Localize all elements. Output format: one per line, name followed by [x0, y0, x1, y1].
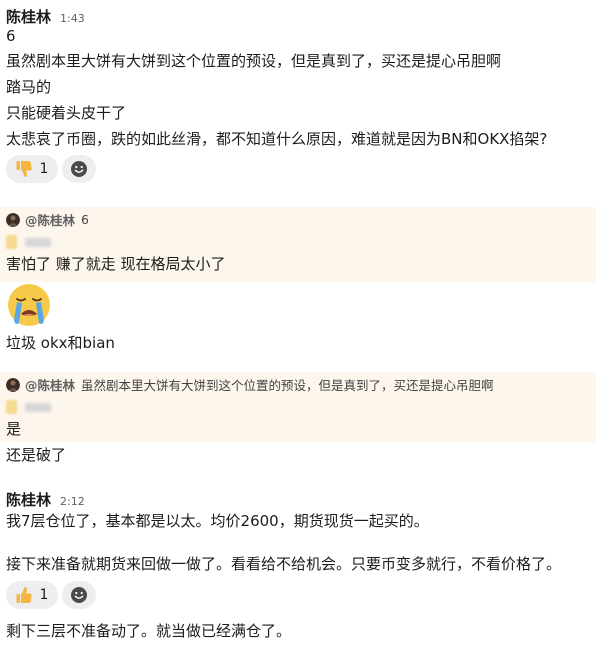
add-reaction-button[interactable]: [62, 581, 96, 609]
chat-message-list: 陈桂林 1:43 6 虽然剧本里大饼有大饼到这个位置的预设，但是真到了，买还是提…: [0, 0, 596, 651]
message-line: 害怕了 赚了就走 现在格局太小了: [6, 255, 226, 273]
add-reaction-button[interactable]: [62, 155, 96, 183]
reply-quote[interactable]: @陈桂林 虽然剧本里大饼有大饼到这个位置的预设，但是真到了，买还是提心吊胆啊: [6, 375, 494, 394]
message-line: 我7层仓位了，基本都是以太。均价2600，期货现货一起买的。: [6, 512, 429, 530]
timestamp[interactable]: 2:12: [60, 495, 85, 508]
thumbs-up-icon: [16, 586, 32, 603]
message-line: 是: [6, 420, 22, 438]
reaction-thumbs-up[interactable]: 1: [6, 581, 58, 609]
message-line: 剩下三层不准备动了。就当做已经满仓了。: [6, 622, 292, 640]
quote-author: @陈桂林: [25, 378, 76, 393]
avatar: [6, 377, 20, 392]
blurred-name: [6, 235, 51, 249]
message-line: 踏马的: [6, 78, 52, 96]
quote-author: @陈桂林: [25, 213, 76, 228]
message-line: 虽然剧本里大饼有大饼到这个位置的预设，但是真到了，买还是提心吊胆啊: [6, 52, 502, 70]
blurred-name: [6, 400, 51, 414]
crying-face-icon: [8, 284, 50, 326]
message-line: 只能硬着头皮干了: [6, 104, 127, 122]
quote-text: 虽然剧本里大饼有大饼到这个位置的预设，但是真到了，买还是提心吊胆啊: [81, 378, 494, 393]
quote-text: 6: [81, 212, 89, 227]
author-name[interactable]: 陈桂林: [6, 489, 51, 510]
message-header: 陈桂林 1:43: [6, 6, 85, 27]
reply-quote[interactable]: @陈桂林 6: [6, 210, 89, 229]
reaction-count: 1: [39, 587, 49, 603]
avatar: [6, 212, 20, 227]
reaction-count: 1: [39, 161, 49, 177]
timestamp[interactable]: 1:43: [60, 12, 85, 25]
author-name[interactable]: 陈桂林: [6, 6, 51, 27]
message-line: 垃圾 okx和bian: [6, 334, 115, 352]
add-reaction-icon: [71, 587, 87, 603]
message-line: 6: [6, 27, 16, 45]
message-header: 陈桂林 2:12: [6, 489, 85, 510]
reaction-thumbs-down[interactable]: 1: [6, 155, 58, 183]
thumbs-down-icon: [16, 161, 32, 178]
message-line: 接下来准备就期货来回做一做了。看看给不给机会。只要币变多就行，不看价格了。: [6, 555, 562, 573]
message-line: 还是破了: [6, 446, 67, 464]
add-reaction-icon: [71, 161, 87, 177]
message-line: 太悲哀了币圈，跌的如此丝滑，都不知道什么原因，难道就是因为BN和OKX掐架?: [6, 130, 548, 148]
